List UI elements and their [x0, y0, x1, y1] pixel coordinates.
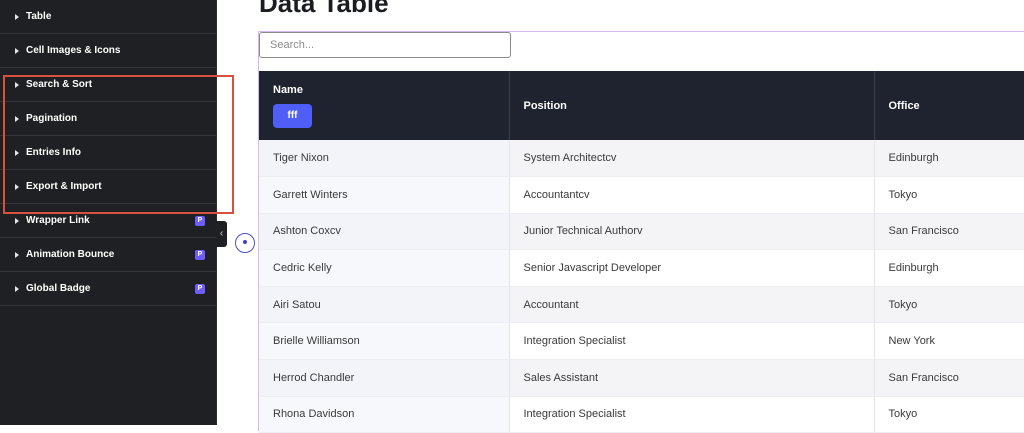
- sidebar-item[interactable]: Table: [0, 0, 216, 34]
- table-cell-office: San Francisco: [874, 213, 1024, 251]
- table-cell-office: Edinburgh: [874, 140, 1024, 178]
- pro-badge-icon: P: [195, 215, 205, 226]
- table-cell-name: Rhona Davidson: [259, 396, 510, 433]
- search-input[interactable]: [259, 32, 511, 58]
- sidebar-item[interactable]: Search & Sort: [0, 68, 216, 102]
- table-row[interactable]: Rhona Davidson Integration Specialist Toky…: [259, 396, 1024, 433]
- pro-badge-icon: P: [195, 249, 205, 260]
- table-cell-name: Tiger Nixon: [259, 140, 510, 178]
- header-action-button[interactable]: fff: [273, 103, 312, 128]
- table-cell-position: Accountantcv: [509, 176, 875, 214]
- sidebar-item[interactable]: Wrapper Link P: [0, 204, 216, 238]
- table-cell-position: Integration Specialist: [509, 396, 875, 433]
- sidebar-item-label: Entries Info: [26, 147, 82, 158]
- sidebar-item-label: Table: [26, 11, 52, 22]
- table-cell-office: Tokyo: [874, 286, 1024, 324]
- table-body: Tiger Nixon System Architectcv Edinburgh Ga…: [259, 140, 1024, 433]
- table-row[interactable]: Garrett Winters Accountantcv Tokyo: [259, 176, 1024, 214]
- sidebar-item[interactable]: Pagination: [0, 102, 216, 136]
- sidebar-item[interactable]: Cell Images & Icons: [0, 34, 216, 68]
- table-cell-name: Garrett Winters: [259, 176, 510, 214]
- table-cell-position: Accountant: [509, 286, 875, 324]
- table-cell-position: Senior Javascript Developer: [509, 249, 875, 287]
- pro-badge-icon: P: [195, 283, 205, 294]
- sidebar-item-label: Pagination: [26, 113, 78, 124]
- sidebar-item-label: Wrapper Link: [26, 215, 90, 226]
- table-cell-office: Tokyo: [874, 176, 1024, 214]
- table-cell-name: Ashton Coxcv: [259, 213, 510, 251]
- sidebar-item[interactable]: Entries Info: [0, 136, 216, 170]
- sidebar-item-label: Animation Bounce: [26, 249, 115, 260]
- sidebar-item[interactable]: Global Badge P: [0, 272, 216, 306]
- drag-handle-icon[interactable]: [235, 233, 255, 253]
- column-header-office[interactable]: Office: [874, 71, 1024, 140]
- caret-right-icon: [15, 183, 19, 190]
- sidebar-panel: Table Cell Images & Icons Search & Sort Pag…: [0, 0, 217, 425]
- caret-right-icon: [15, 13, 19, 20]
- caret-right-icon: [15, 149, 19, 156]
- caret-right-icon: [15, 285, 19, 292]
- table-cell-office: Tokyo: [874, 396, 1024, 433]
- table-cell-name: Herrod Chandler: [259, 359, 510, 397]
- table-cell-position: Sales Assistant: [509, 359, 875, 397]
- table-cell-office: Edinburgh: [874, 249, 1024, 287]
- chevron-left-icon: ‹: [219, 228, 224, 239]
- sidebar-list: Table Cell Images & Icons Search & Sort Pag…: [0, 0, 216, 306]
- table-cell-name: Brielle Williamson: [259, 322, 510, 361]
- table-row[interactable]: Tiger Nixon System Architectcv Edinburgh: [259, 140, 1024, 178]
- page-title: Data Table: [259, 0, 389, 18]
- column-header-label: Name: [273, 83, 303, 96]
- column-header-position[interactable]: Position: [509, 71, 875, 140]
- column-header-name[interactable]: Name fff: [259, 71, 510, 140]
- table-row[interactable]: Herrod Chandler Sales Assistant San Franci…: [259, 359, 1024, 397]
- caret-right-icon: [15, 47, 19, 54]
- caret-right-icon: [15, 217, 19, 224]
- sidebar-item-label: Global Badge: [26, 283, 91, 294]
- sidebar-item-label: Export & Import: [26, 181, 102, 192]
- table-cell-position: System Architectcv: [509, 140, 875, 178]
- table-cell-office: San Francisco: [874, 359, 1024, 397]
- table-row[interactable]: Airi Satou Accountant Tokyo: [259, 286, 1024, 324]
- table-cell-name: Cedric Kelly: [259, 249, 510, 287]
- sidebar-item[interactable]: Export & Import: [0, 170, 216, 204]
- table-cell-office: New York: [874, 322, 1024, 361]
- table-row[interactable]: Ashton Coxcv Junior Technical Authorv San …: [259, 213, 1024, 251]
- caret-right-icon: [15, 81, 19, 88]
- sidebar-item-label: Cell Images & Icons: [26, 45, 121, 56]
- caret-right-icon: [15, 251, 19, 258]
- table-header-row: Name fff Position Office: [259, 71, 1024, 140]
- table-cell-position: Integration Specialist: [509, 322, 875, 361]
- table-row[interactable]: Brielle Williamson Integration Specialist…: [259, 322, 1024, 361]
- table-cell-position: Junior Technical Authorv: [509, 213, 875, 251]
- data-table: Name fff Position Office Tiger Nixon Syst…: [259, 71, 1024, 433]
- caret-right-icon: [15, 115, 19, 122]
- sidebar-item[interactable]: Animation Bounce P: [0, 238, 216, 272]
- sidebar-item-label: Search & Sort: [26, 79, 93, 90]
- table-row[interactable]: Cedric Kelly Senior Javascript Developer E…: [259, 249, 1024, 287]
- collapse-sidebar-button[interactable]: ‹: [216, 221, 227, 247]
- table-cell-name: Airi Satou: [259, 286, 510, 324]
